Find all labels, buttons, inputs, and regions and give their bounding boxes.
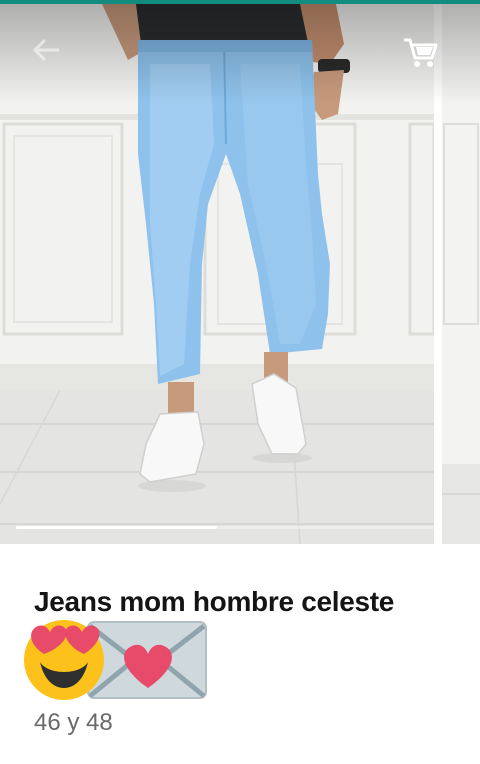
back-button[interactable]	[28, 32, 64, 68]
product-image-gallery[interactable]	[0, 4, 480, 544]
heart-eyes-face-icon	[24, 620, 104, 700]
cart-button[interactable]	[400, 32, 440, 72]
product-description-emojis	[22, 614, 222, 704]
arrow-left-icon	[33, 39, 60, 61]
shopping-cart-icon	[404, 38, 438, 67]
gallery-progress-indicator	[16, 526, 217, 529]
love-letter-icon	[87, 621, 207, 699]
product-sizes: 46 y 48	[34, 709, 113, 736]
